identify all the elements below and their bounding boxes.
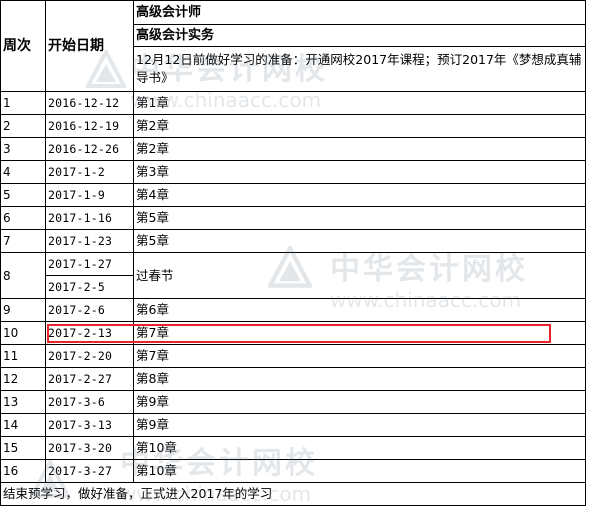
table-row: 7 2017-1-23 第5章 [0,229,586,253]
date-cell: 2017-1-9 [45,183,134,207]
date-column-header: 开始日期 [45,0,134,92]
table-row-highlighted: 10 2017-2-13 第7章 [0,321,586,345]
week-cell: 11 [0,344,46,368]
week-cell: 2 [0,114,46,138]
table-row: 8 2017-1-27 过春节 [0,252,586,299]
date-cell: 2017-2-13 [45,321,134,345]
week-cell: 3 [0,137,46,161]
table-row: 16 2017-3-27 第10章 [0,459,586,483]
chapter-cell: 第9章 [133,390,586,414]
study-schedule-table: 周次 开始日期 高级会计师 高级会计实务 12月12日前做好学习的准备：开通网校… [0,0,586,506]
date-cell: 2016-12-12 [45,91,134,115]
footer-note: 结束预学习，做好准备，正式进入2017年的学习 [0,482,586,506]
chapter-cell: 第3章 [133,160,586,184]
chapter-cell: 第8章 [133,367,586,391]
week-cell: 9 [0,298,46,322]
date-cell: 2016-12-19 [45,114,134,138]
week-cell: 7 [0,229,46,253]
chapter-cell: 第2章 [133,114,586,138]
week-cell: 5 [0,183,46,207]
week-cell: 1 [0,91,46,115]
chapter-cell: 第10章 [133,459,586,483]
chapter-cell: 第2章 [133,137,586,161]
week-column-header: 周次 [0,0,46,92]
chapter-cell: 第7章 [133,321,586,345]
date-cell: 2017-3-13 [45,413,134,437]
table-row: 12 2017-2-27 第8章 [0,367,586,391]
chapter-cell: 第10章 [133,436,586,460]
table-row: 4 2017-1-2 第3章 [0,160,586,184]
week-cell: 8 [0,252,46,299]
chapter-cell: 第9章 [133,413,586,437]
table-row: 3 2016-12-26 第2章 [0,137,586,161]
date-cell: 2017-1-27 [45,252,134,276]
table-footer-row: 结束预学习，做好准备，正式进入2017年的学习 [0,482,586,506]
date-cell: 2017-1-23 [45,229,134,253]
date-cell: 2017-2-20 [45,344,134,368]
chapter-cell: 第7章 [133,344,586,368]
chapter-cell: 第6章 [133,298,586,322]
date-cell: 2017-2-27 [45,367,134,391]
table-row: 11 2017-2-20 第7章 [0,344,586,368]
week-cell: 10 [0,321,46,345]
date-cell: 2017-1-16 [45,206,134,230]
exam-title: 高级会计师 [133,0,586,25]
table-row: 15 2017-3-20 第10章 [0,436,586,460]
table-row: 14 2017-3-13 第9章 [0,413,586,437]
week-cell: 4 [0,160,46,184]
chapter-cell: 第4章 [133,183,586,207]
date-cell: 2016-12-26 [45,137,134,161]
table-row: 9 2017-2-6 第6章 [0,298,586,322]
subject-title: 高级会计实务 [133,24,586,47]
preparation-note: 12月12日前做好学习的准备：开通网校2017年课程；预订2017年《梦想成真辅… [133,46,586,92]
chapter-cell: 第5章 [133,206,586,230]
week-cell: 13 [0,390,46,414]
date-cell: 2017-3-20 [45,436,134,460]
table-row: 5 2017-1-9 第4章 [0,183,586,207]
week-cell: 15 [0,436,46,460]
chapter-cell: 第5章 [133,229,586,253]
chapter-cell: 过春节 [133,252,586,299]
week-cell: 6 [0,206,46,230]
date-cell: 2017-2-6 [45,298,134,322]
table-row: 6 2017-1-16 第5章 [0,206,586,230]
week-cell: 14 [0,413,46,437]
chapter-cell: 第1章 [133,91,586,115]
week-cell: 12 [0,367,46,391]
date-cell: 2017-3-6 [45,390,134,414]
week-cell: 16 [0,459,46,483]
date-cell: 2017-2-5 [45,275,134,299]
date-cell: 2017-1-2 [45,160,134,184]
table-row: 2 2016-12-19 第2章 [0,114,586,138]
table-row: 1 2016-12-12 第1章 [0,91,586,115]
table-row: 13 2017-3-6 第9章 [0,390,586,414]
date-cell: 2017-3-27 [45,459,134,483]
